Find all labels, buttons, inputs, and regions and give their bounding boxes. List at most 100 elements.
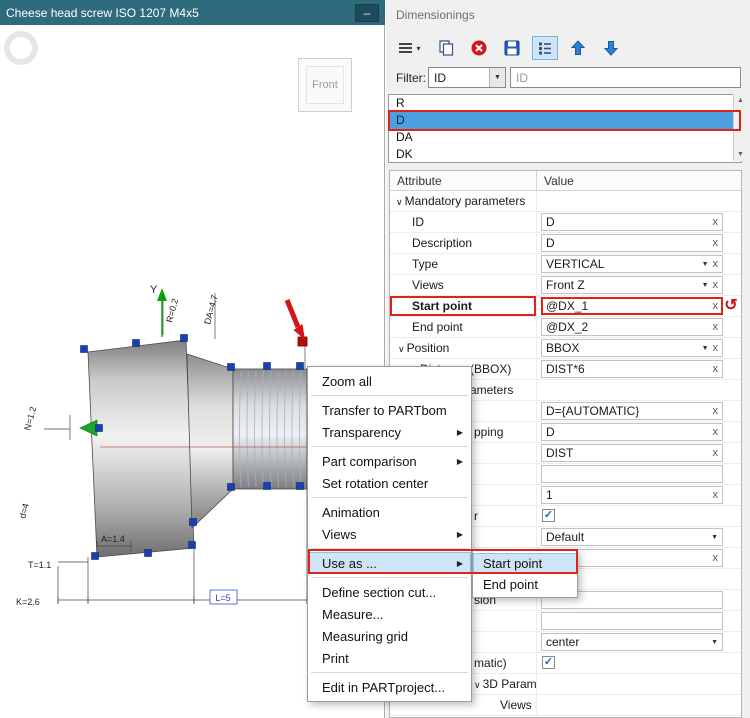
clear-value-button[interactable]: x <box>713 426 719 438</box>
screw-model[interactable] <box>87 339 312 558</box>
value-field[interactable]: D={AUTOMATIC} x <box>541 402 723 420</box>
value-field[interactable]: DIST*6 x <box>541 360 723 378</box>
menu-item-views[interactable]: Views ▶ <box>308 523 471 545</box>
dropdown-arrow-icon[interactable]: ▼ <box>702 345 709 352</box>
clear-value-button[interactable]: x <box>713 216 719 228</box>
grid-row[interactable]: Type VERTICAL ▼ x <box>390 254 741 275</box>
value-cell <box>537 380 741 400</box>
attribute-label: r <box>474 509 478 523</box>
menu-item-zoom-all[interactable]: Zoom all <box>308 370 471 392</box>
grid-row[interactable]: Start point @DX_1 x ↺ <box>390 296 741 317</box>
menu-separator <box>308 545 471 552</box>
attribute-label: Views 3D <box>500 698 536 712</box>
menu-item-transfer-to-partbom[interactable]: Transfer to PARTbom <box>308 399 471 421</box>
dropdown-arrow-icon[interactable]: ▼ <box>702 282 709 289</box>
value-combo[interactable]: BBOX ▼ x <box>541 339 723 357</box>
chevron-down-icon: ▾ <box>416 43 421 53</box>
attribute-label: Start point <box>412 299 472 313</box>
clear-value-button[interactable]: x <box>713 258 719 270</box>
dropdown-arrow-icon[interactable]: ▼ <box>489 68 505 87</box>
reset-value-icon[interactable]: ↺ <box>723 296 739 315</box>
menu-item-print[interactable]: Print <box>308 647 471 669</box>
scroll-down-icon[interactable]: ▼ <box>737 151 744 158</box>
dimension-list-item[interactable]: DA <box>389 129 741 146</box>
grid-row[interactable]: ∨ Position BBOX ▼ x <box>390 338 741 359</box>
menu-item-part-comparison[interactable]: Part comparison ▶ <box>308 450 471 472</box>
value-checkbox[interactable]: ✓ <box>542 656 555 669</box>
view-cube[interactable]: Front <box>298 58 352 112</box>
grid-section-row[interactable]: ∨ Mandatory parameters <box>390 191 741 212</box>
value-field[interactable]: 1x <box>541 486 723 504</box>
value-field[interactable]: Dx <box>541 213 723 231</box>
clear-value-button[interactable]: x <box>713 405 719 417</box>
submenu-item-start-point[interactable]: Start point <box>473 553 577 574</box>
menu-item-measure[interactable]: Measure... <box>308 603 471 625</box>
scroll-up-icon[interactable]: ▲ <box>737 97 744 104</box>
clear-value-button[interactable]: x <box>713 342 719 354</box>
dropdown-arrow-icon[interactable]: ▼ <box>711 534 718 541</box>
screw-head[interactable] <box>87 339 195 558</box>
list-scrollbar[interactable]: ▲ ▼ <box>733 94 747 161</box>
value-field[interactable] <box>541 465 723 483</box>
grid-row[interactable]: End point @DX_2 x <box>390 317 741 338</box>
value-field[interactable]: Dx <box>541 423 723 441</box>
move-up-icon[interactable] <box>565 36 591 60</box>
clear-value-button[interactable]: x <box>713 489 719 501</box>
menu-item-measuring-grid[interactable]: Measuring grid <box>308 625 471 647</box>
clear-value-button[interactable]: x <box>713 447 719 459</box>
value-field[interactable]: Dx <box>541 234 723 252</box>
save-icon[interactable] <box>499 36 525 60</box>
value-field[interactable]: @DX_1 x <box>541 297 723 315</box>
dimension-list-item[interactable]: R <box>389 95 741 112</box>
menu-item-transparency[interactable]: Transparency ▶ <box>308 421 471 443</box>
clear-value-button[interactable]: x <box>713 321 719 333</box>
grid-row[interactable]: Description Dx <box>390 233 741 254</box>
panel-toolbar: ▾ <box>392 36 624 60</box>
attribute-cell: ∨ Mandatory parameters <box>390 191 537 211</box>
value-field[interactable]: @DX_2 x <box>541 318 723 336</box>
dimension-list-item[interactable]: DK <box>389 146 741 162</box>
menu-item-edit-in-partproject[interactable]: Edit in PARTproject... <box>308 676 471 698</box>
dimension-list-item[interactable]: D <box>389 112 741 129</box>
filter-combo[interactable]: ID ▼ <box>428 67 506 88</box>
list-view-icon[interactable] <box>532 36 558 60</box>
value-checkbox[interactable]: ✓ <box>542 509 555 522</box>
collapse-chevron-icon[interactable]: ∨ <box>474 680 481 690</box>
clear-value-button[interactable]: x <box>713 237 719 249</box>
menu-item-animation[interactable]: Animation <box>308 501 471 523</box>
submenu-item-end-point[interactable]: End point <box>473 574 577 595</box>
minimize-button[interactable]: – <box>355 3 379 22</box>
menu-item-use-as[interactable]: Use as ... ▶ <box>308 552 471 574</box>
clear-value-button[interactable]: x <box>713 300 719 312</box>
menu-item-label: Print <box>322 650 349 666</box>
menu-item-define-section-cut[interactable]: Define section cut... <box>308 581 471 603</box>
move-down-icon[interactable] <box>598 36 624 60</box>
dimension-list[interactable]: R D DA DK <box>388 94 742 163</box>
copy-icon[interactable] <box>433 36 459 60</box>
value-combo[interactable]: Default ▼ <box>541 528 723 546</box>
dropdown-arrow-icon[interactable]: ▼ <box>702 261 709 268</box>
clear-value-button[interactable]: x <box>713 279 719 291</box>
grid-row[interactable]: Views Front Z ▼ x <box>390 275 741 296</box>
value-combo[interactable]: VERTICAL ▼ x <box>541 255 723 273</box>
value-field[interactable]: DIST x <box>541 444 723 462</box>
menu-item-set-rotation-center[interactable]: Set rotation center <box>308 472 471 494</box>
submenu-item-label: Start point <box>483 556 543 571</box>
dropdown-arrow-icon[interactable]: ▼ <box>711 639 718 646</box>
collapse-chevron-icon[interactable]: ∨ <box>396 197 403 207</box>
clear-value-button[interactable]: x <box>713 552 719 564</box>
grid-row[interactable]: ID Dx <box>390 212 741 233</box>
direction-marker-icon[interactable] <box>79 419 98 437</box>
filter-input[interactable] <box>510 67 741 88</box>
value-combo[interactable]: center ▼ <box>541 633 723 651</box>
view-options-icon[interactable]: ▾ <box>392 36 426 60</box>
screw-neck[interactable] <box>186 353 234 529</box>
clear-value-button[interactable]: x <box>713 363 719 375</box>
dimension-label-l-box: L=5 <box>209 589 238 605</box>
delete-icon[interactable] <box>466 36 492 60</box>
value-field[interactable] <box>541 612 723 630</box>
menu-item-label: Views <box>322 526 357 542</box>
collapse-chevron-icon[interactable]: ∨ <box>398 344 405 354</box>
value-combo[interactable]: Front Z ▼ x <box>541 276 723 294</box>
start-point-handle[interactable] <box>297 336 308 347</box>
